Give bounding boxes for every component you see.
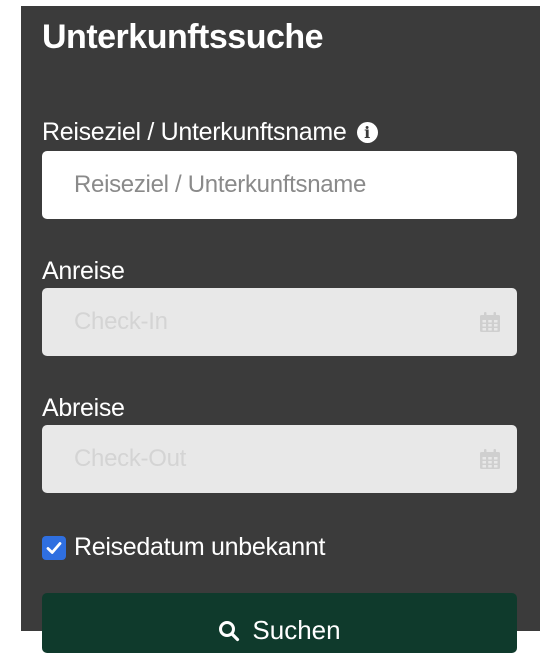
check-out-placeholder: Check-Out — [74, 445, 187, 472]
check-out-field[interactable]: Check-Out — [42, 425, 517, 493]
search-button[interactable]: Suchen — [42, 593, 517, 653]
check-in-placeholder: Check-In — [74, 308, 168, 335]
panel-title: Unterkunftssuche — [42, 18, 324, 56]
unknown-date-checkbox[interactable] — [42, 535, 66, 560]
departure-label: Abreise — [42, 394, 125, 423]
destination-label: Reiseziel / Unterkunftsname i — [42, 118, 378, 147]
arrival-label: Anreise — [42, 257, 125, 286]
destination-input[interactable]: Reiseziel / Unterkunftsname — [42, 151, 517, 219]
info-icon[interactable]: i — [356, 122, 378, 143]
arrival-label-text: Anreise — [42, 257, 125, 285]
search-panel: Unterkunftssuche Reiseziel / Unterkunfts… — [21, 6, 540, 653]
calendar-icon — [480, 449, 500, 469]
unknown-date-label: Reisedatum unbekannt — [74, 533, 326, 561]
checkmark-icon — [46, 541, 62, 554]
calendar-icon — [480, 312, 500, 332]
departure-label-text: Abreise — [42, 394, 125, 422]
check-in-field[interactable]: Check-In — [42, 288, 517, 356]
destination-placeholder: Reiseziel / Unterkunftsname — [74, 171, 367, 198]
unknown-date-row[interactable]: Reisedatum unbekannt — [42, 533, 325, 562]
destination-label-text: Reiseziel / Unterkunftsname — [42, 118, 347, 146]
